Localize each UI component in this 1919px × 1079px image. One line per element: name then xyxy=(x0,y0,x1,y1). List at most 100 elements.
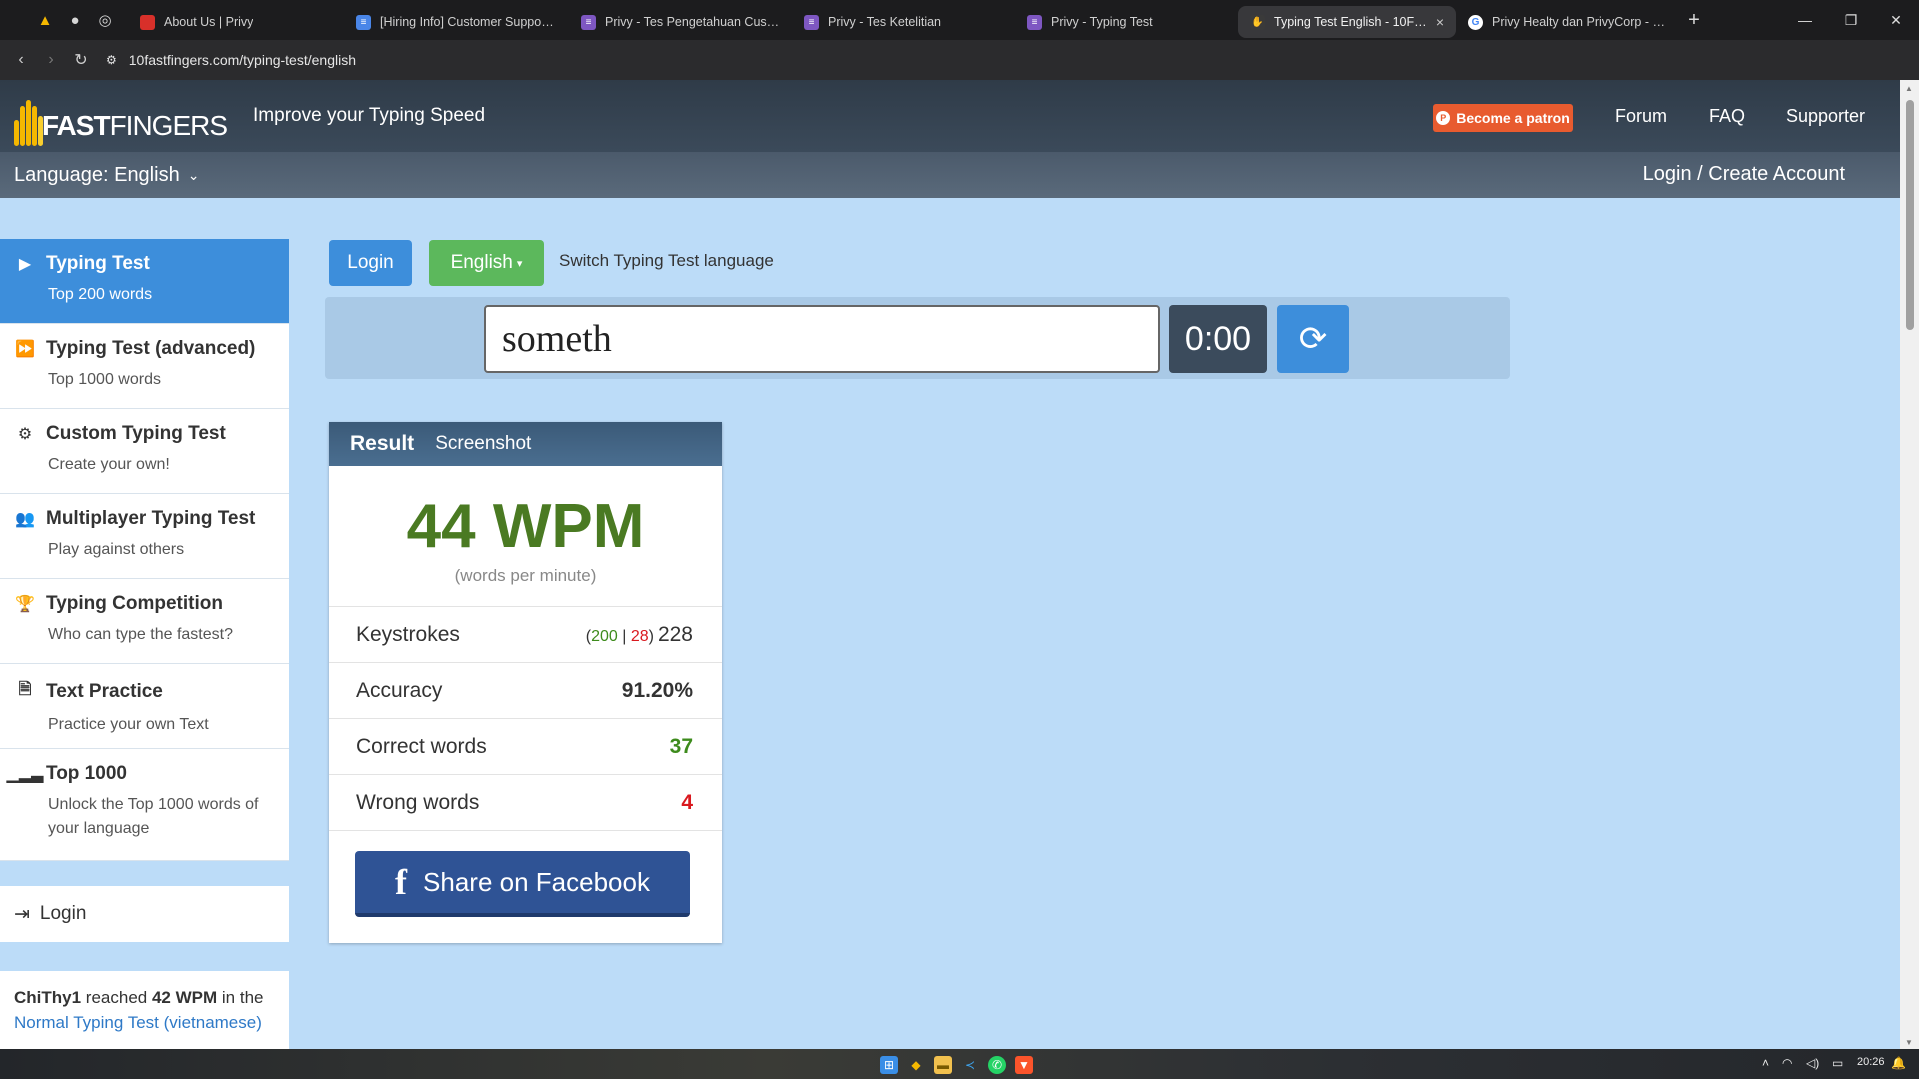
url-text: 10fastfingers.com/typing-test/english xyxy=(128,52,356,68)
scroll-down-icon[interactable]: ▼ xyxy=(1905,1038,1913,1047)
site-settings-icon[interactable]: ⚙ xyxy=(106,53,117,67)
brave-browser-icon[interactable]: ▼ xyxy=(1015,1056,1033,1074)
wifi-icon[interactable]: ◠ xyxy=(1782,1056,1792,1070)
sidebar-item-multiplayer[interactable]: 👥 Multiplayer Typing Test Play against ot… xyxy=(0,494,289,579)
page-scrollbar[interactable]: ▲ ▼ xyxy=(1900,80,1919,1049)
language-button-label: English xyxy=(450,252,513,273)
pinned-tab-icon[interactable]: ▲ xyxy=(30,0,60,40)
wpm-caption: (words per minute) xyxy=(454,566,597,585)
volume-icon[interactable]: ◁) xyxy=(1806,1056,1819,1070)
keystrokes-correct: 200 xyxy=(591,627,618,645)
correct-words-value: 37 xyxy=(669,734,693,758)
scrollbar-thumb[interactable] xyxy=(1906,100,1914,330)
close-tab-icon[interactable]: × xyxy=(1436,14,1444,30)
browser-tab[interactable]: ≡ Privy - Tes Ketelitian xyxy=(792,6,1015,38)
typing-input[interactable]: someth xyxy=(484,305,1160,373)
nav-forum[interactable]: Forum xyxy=(1615,106,1667,127)
sidebar-item-text-practice[interactable]: 🗎 Text Practice Practice your own Text xyxy=(0,664,289,749)
vscode-icon[interactable]: ≺ xyxy=(961,1056,979,1074)
users-icon: 👥 xyxy=(15,511,35,528)
reload-page-icon[interactable]: ↻ xyxy=(66,40,96,80)
tray-chevron-icon[interactable]: ˄ xyxy=(1762,1056,1769,1070)
tab-label: Typing Test English - 10FastF xyxy=(1274,15,1427,29)
language-select-button[interactable]: English ▾ xyxy=(429,240,544,286)
battery-icon[interactable]: ▭ xyxy=(1832,1056,1843,1070)
restore-icon[interactable]: ❐ xyxy=(1828,0,1874,40)
activity-language-link[interactable]: (vietnamese) xyxy=(164,1013,262,1032)
scroll-up-icon[interactable]: ▲ xyxy=(1905,84,1913,93)
notification-icon[interactable]: 🔔 xyxy=(1891,1056,1906,1070)
file-explorer-icon[interactable]: ▬ xyxy=(934,1056,952,1074)
language-dropdown[interactable]: Language: English ⌄ xyxy=(14,164,199,187)
activity-text: in the xyxy=(221,988,264,1007)
whatsapp-icon[interactable]: ✆ xyxy=(988,1056,1006,1074)
back-icon[interactable]: ‹ xyxy=(6,40,36,80)
tab-label: About Us | Privy xyxy=(164,15,254,29)
sidebar-item-custom-typing-test[interactable]: ⚙ Custom Typing Test Create your own! xyxy=(0,409,289,494)
app-icon[interactable]: ◆ xyxy=(907,1056,925,1074)
wrong-words-value: 4 xyxy=(681,790,693,814)
sidebar-item-typing-test[interactable]: ▶ Typing Test Top 200 words xyxy=(0,239,289,324)
facebook-icon: f xyxy=(395,862,408,902)
switch-language-label: Switch Typing Test language xyxy=(559,251,774,270)
sidebar-item-subtitle: Who can type the fastest? xyxy=(48,626,233,643)
language-label: Language: English xyxy=(14,163,180,186)
browser-tab[interactable]: ≡ Privy - Tes Pengetahuan Custom xyxy=(569,6,792,38)
browser-tab-active[interactable]: ✋ Typing Test English - 10FastF × xyxy=(1238,6,1456,38)
restart-button[interactable]: ⟳ xyxy=(1277,305,1349,373)
tab-favicon-icon: ≡ xyxy=(804,14,819,30)
tab-favicon-icon: ✋ xyxy=(1250,14,1265,30)
pinned-tab-icon[interactable]: ◎ xyxy=(90,0,120,40)
activity-test-link[interactable]: Normal Typing Test xyxy=(14,1013,159,1032)
browser-tab[interactable]: G Privy Healty dan PrivyCorp - Pen xyxy=(1456,6,1678,38)
result-card: Result Screenshot 44 WPM (words per minu… xyxy=(329,422,722,943)
keystrokes-label: Keystrokes xyxy=(356,622,460,646)
wrong-words-label: Wrong words xyxy=(356,790,480,814)
play-icon: ▶ xyxy=(18,256,32,273)
sidebar-item-subtitle: Create your own! xyxy=(48,456,170,473)
timer-display: 0:00 xyxy=(1169,305,1267,373)
document-icon: 🗎 xyxy=(18,681,32,698)
browser-tab[interactable]: ≡ [Hiring Info] Customer Support S xyxy=(344,6,569,38)
sidebar-login-button[interactable]: ⇥ Login xyxy=(0,886,289,942)
activity-user: ChiThy1 xyxy=(14,988,82,1007)
windows-start-icon[interactable]: ⊞ xyxy=(880,1056,898,1074)
sidebar-item-typing-test-advanced[interactable]: ⏩ Typing Test (advanced) Top 1000 words xyxy=(0,324,289,409)
accuracy-label: Accuracy xyxy=(356,678,443,702)
login-button[interactable]: Login xyxy=(329,240,412,286)
apple-icon[interactable] xyxy=(0,0,30,40)
tab-label: Privy - Tes Ketelitian xyxy=(828,15,942,29)
close-window-icon[interactable]: ✕ xyxy=(1873,0,1919,40)
url-field[interactable]: ⚙ 10fastfingers.com/typing-test/english xyxy=(106,52,356,68)
tab-favicon-icon xyxy=(140,14,155,30)
hand-logo-icon xyxy=(14,94,43,146)
share-facebook-button[interactable]: f Share on Facebook xyxy=(355,851,690,917)
sidebar-item-competition[interactable]: 🏆 Typing Competition Who can type the fas… xyxy=(0,579,289,664)
tagline: Improve your Typing Speed xyxy=(253,105,486,126)
sidebar-item-subtitle: Top 200 words xyxy=(48,286,153,303)
minimize-icon[interactable]: — xyxy=(1782,0,1828,40)
signal-icon: ▁▂▃ xyxy=(6,766,44,783)
gears-icon: ⚙ xyxy=(17,426,33,443)
sidebar-item-subtitle: Unlock the Top 1000 words of your langua… xyxy=(48,796,259,837)
become-patron-button[interactable]: P Become a patron xyxy=(1433,104,1573,132)
tab-result[interactable]: Result xyxy=(350,432,414,456)
tab-screenshot[interactable]: Screenshot xyxy=(435,433,531,455)
clock-time[interactable]: 20:26 xyxy=(1857,1056,1885,1068)
new-tab-icon[interactable]: + xyxy=(1678,9,1710,32)
caret-down-icon: ▾ xyxy=(516,257,523,270)
forward-icon[interactable]: › xyxy=(36,40,66,80)
fast-forward-icon: ⏩ xyxy=(15,341,35,358)
activity-text: reached xyxy=(85,988,148,1007)
site-logo[interactable]: FASTFINGERS xyxy=(14,86,228,146)
accuracy-value: 91.20% xyxy=(621,678,693,702)
sidebar-item-top-1000[interactable]: ▁▂▃ Top 1000 Unlock the Top 1000 words of… xyxy=(0,749,289,861)
result-tabs: Result Screenshot xyxy=(329,422,722,466)
nav-faq[interactable]: FAQ xyxy=(1709,106,1745,127)
github-icon[interactable]: ● xyxy=(60,0,90,40)
browser-tab[interactable]: About Us | Privy xyxy=(128,6,344,38)
browser-tab[interactable]: ≡ Privy - Typing Test xyxy=(1015,6,1238,38)
tab-favicon-icon: ≡ xyxy=(1027,14,1042,30)
nav-supporter[interactable]: Supporter xyxy=(1786,106,1865,127)
login-create-account-link[interactable]: Login / Create Account xyxy=(1643,163,1845,186)
